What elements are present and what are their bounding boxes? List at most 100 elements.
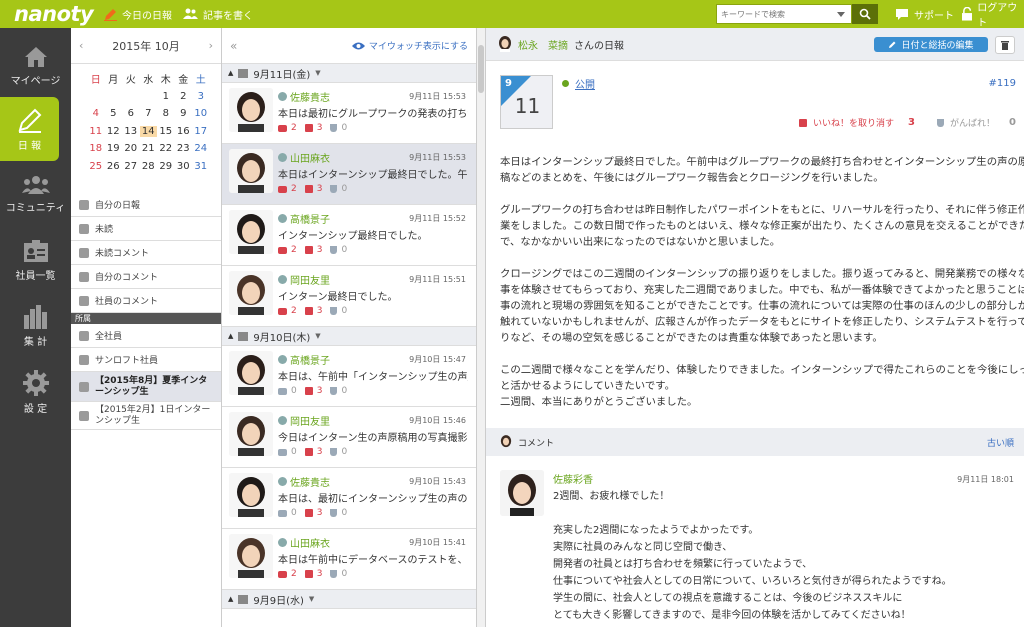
calendar-day[interactable]: 24 — [192, 143, 210, 154]
search-input[interactable] — [717, 5, 835, 23]
menu-employee-comments[interactable]: 社員のコメント — [71, 289, 221, 313]
group-summer-intern[interactable]: 【2015年8月】夏季インターンシップ生 — [71, 372, 221, 402]
prev-month-button[interactable]: ‹ — [79, 39, 83, 52]
calendar-day[interactable]: 18 — [87, 143, 105, 154]
diary-list-item[interactable]: 岡田友里 9月10日 15:46 今日はインターン生の声原稿用の写真撮影し 0 3 0 — [222, 407, 476, 468]
list-scrollbar[interactable] — [477, 28, 486, 627]
calendar-day[interactable]: 16 — [175, 126, 193, 137]
calendar-day[interactable]: 21 — [140, 143, 158, 154]
group-oneday-intern[interactable]: 【2015年2月】1日インターンシップ生 — [71, 402, 221, 430]
diary-list-item[interactable]: 佐藤貴志 9月10日 15:43 本日は、最初にインターンシップ生の声のため 0 3 0 — [222, 468, 476, 529]
group-sunloft[interactable]: サンロフト社員 — [71, 348, 221, 372]
search-button[interactable] — [852, 4, 878, 24]
delete-button[interactable] — [995, 36, 1015, 54]
collapse-button[interactable]: « — [230, 39, 237, 53]
support-link[interactable]: サポート — [895, 0, 954, 28]
nav-diary[interactable]: 日 報 — [0, 97, 59, 161]
calendar-day[interactable]: 23 — [175, 143, 193, 154]
diary-list-item[interactable]: 高橋景子 9月11日 15:52 インターンシップ最終日でした。 2 3 0 — [222, 205, 476, 266]
calendar-day[interactable]: 26 — [105, 161, 123, 172]
calendar-day[interactable]: 4 — [87, 108, 105, 119]
menu-my-comments[interactable]: 自分のコメント — [71, 265, 221, 289]
entry-author[interactable]: 山田麻衣 — [278, 535, 330, 550]
comment-count: 0 — [291, 508, 297, 518]
comment-icon — [79, 271, 89, 282]
calendar-day[interactable]: 19 — [105, 143, 123, 154]
calendar-day[interactable]: 29 — [157, 161, 175, 172]
like-count: 3 — [316, 306, 323, 316]
user-icon — [278, 416, 287, 425]
cheer-count: 0 — [1009, 117, 1016, 128]
nav-settings[interactable]: 設 定 — [0, 360, 71, 424]
cheer-button[interactable]: がんばれ！ — [950, 116, 995, 129]
calendar-day[interactable]: 27 — [122, 161, 140, 172]
entry-author[interactable]: 岡田友里 — [278, 413, 330, 428]
entry-author[interactable]: 高橋景子 — [278, 352, 330, 367]
menu-unread[interactable]: 未読 — [71, 217, 221, 241]
calendar-day[interactable]: 10 — [192, 108, 210, 119]
pencil-icon — [104, 8, 117, 21]
menu-label: 未読コメント — [95, 249, 150, 259]
logout-link[interactable]: ログアウト — [962, 0, 1024, 29]
cheer-icon — [330, 387, 338, 395]
calendar-day[interactable]: 2 — [175, 91, 193, 102]
diary-list-item[interactable]: 山田麻衣 9月10日 15:41 本日は午前中にデータベースのテストを、午後 2 3 0 — [222, 529, 476, 590]
entry-author[interactable]: 佐藤貴志 — [278, 474, 330, 489]
calendar-day[interactable]: 15 — [157, 126, 175, 137]
calendar-day[interactable]: 6 — [122, 108, 140, 119]
visibility-status[interactable]: 公開 — [562, 76, 595, 91]
today-diary-link[interactable]: 今日の日報 — [104, 0, 172, 28]
calendar-day[interactable]: 13 — [122, 126, 140, 137]
entry-author[interactable]: 山田麻衣 — [278, 150, 330, 165]
calendar-day[interactable]: 31 — [192, 161, 210, 172]
scrollbar-thumb[interactable] — [478, 45, 484, 93]
calendar-day[interactable]: 17 — [192, 126, 210, 137]
calendar-day[interactable]: 3 — [192, 91, 210, 102]
calendar-day[interactable]: 12 — [105, 126, 123, 137]
comment-count: 2 — [291, 569, 297, 579]
commenter-name[interactable]: 佐藤彩香 — [553, 471, 593, 486]
entry-author[interactable]: 高橋景子 — [278, 211, 330, 226]
calendar-day[interactable]: 30 — [175, 161, 193, 172]
diary-list-item[interactable]: 岡田友里 9月11日 15:51 インターン最終日でした。 2 3 0 — [222, 266, 476, 327]
calendar-day[interactable]: 9 — [175, 108, 193, 119]
calendar-day[interactable]: 14 — [139, 125, 157, 137]
calendar-day[interactable]: 22 — [157, 143, 175, 154]
date-group-header[interactable]: ▲ 9月10日(木) ▼ — [222, 327, 476, 346]
user-icon — [278, 355, 287, 364]
calendar-day[interactable]: 1 — [157, 91, 175, 102]
thumbs-up-icon — [304, 185, 313, 193]
write-article-link[interactable]: 記事を書く — [183, 0, 253, 28]
next-month-button[interactable]: › — [209, 39, 213, 52]
diary-list-item[interactable]: 山田麻衣 9月11日 15:53 本日はインターンシップ最終日でした。午前中は 2 3 0 — [222, 144, 476, 205]
nav-stats[interactable]: 集 計 — [0, 294, 71, 358]
nav-mypage[interactable]: マイページ — [0, 34, 71, 98]
date-group-header[interactable]: ▲ 9月11日(金) ▼ — [222, 64, 476, 83]
menu-unread-comments[interactable]: 未読コメント — [71, 241, 221, 265]
diary-list-item[interactable]: 高橋景子 9月10日 15:47 本日は、午前中「インターンシップ生の声」の原 0 3 0 — [222, 346, 476, 407]
calendar-day[interactable]: 8 — [157, 108, 175, 119]
entry-author[interactable]: 佐藤貴志 — [278, 89, 330, 104]
date-group-header[interactable]: ▲ 9月9日(水) ▼ — [222, 590, 476, 609]
diary-list-item[interactable]: 佐藤貴志 9月11日 15:53 本日は最初にグループワークの発表の打ち合 2 3 0 — [222, 83, 476, 144]
calendar-day[interactable]: 7 — [140, 108, 158, 119]
calendar-day[interactable]: 25 — [87, 161, 105, 172]
edit-button[interactable]: 日付と総括の編集 — [874, 37, 988, 52]
weekday: 木 — [160, 75, 171, 87]
chevron-down-icon[interactable] — [837, 11, 845, 17]
entry-author[interactable]: 岡田友里 — [278, 272, 330, 287]
like-button[interactable]: いいね！を取り消す — [813, 116, 894, 129]
group-all-employees[interactable]: 全社員 — [71, 324, 221, 348]
author-name[interactable]: 松永 菜摘 — [518, 37, 568, 52]
comment-body: 2週間、お疲れ様でした！ 充実した2週間になったようでよかったです。 実際に社員のみ… — [553, 488, 1013, 624]
watch-toggle[interactable]: マイウォッチ表示にする — [351, 39, 468, 52]
calendar-day[interactable]: 28 — [140, 161, 158, 172]
nav-community[interactable]: コミュニティ — [0, 162, 71, 226]
nav-employees[interactable]: 社員一覧 — [0, 228, 71, 292]
app-logo[interactable]: nanoty — [14, 2, 94, 26]
sort-order-link[interactable]: 古い順 — [987, 436, 1014, 449]
calendar-day[interactable]: 11 — [87, 126, 105, 137]
calendar-day[interactable]: 5 — [105, 108, 123, 119]
calendar-day[interactable]: 20 — [122, 143, 140, 154]
menu-my-diary[interactable]: 自分の日報 — [71, 193, 221, 217]
